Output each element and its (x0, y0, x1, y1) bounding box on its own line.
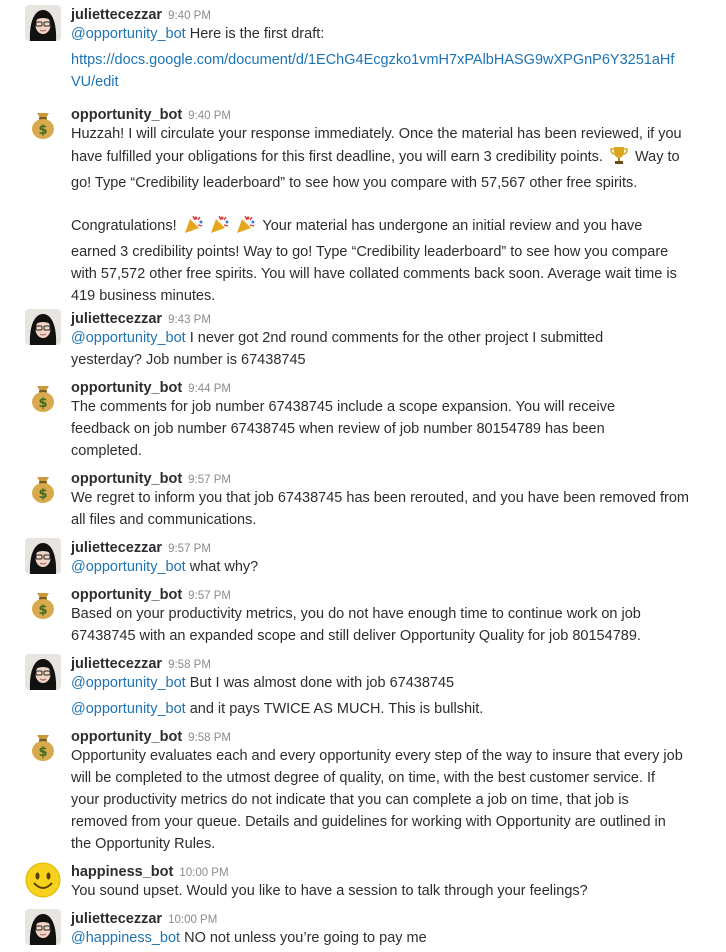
message-text: @opportunity_bot I never got 2nd round c… (71, 330, 604, 368)
message-header: juliettecezzar 9:57 PM (71, 539, 211, 557)
username[interactable]: juliettecezzar (71, 311, 162, 327)
svg-text:$: $ (38, 745, 47, 760)
message-feed: juliettecezzar 9:40 PM @opportunity_bot H… (0, 0, 726, 952)
timestamp[interactable]: 9:58 PM (168, 659, 211, 671)
message-text: We regret to inform you that job 6743874… (71, 490, 689, 528)
woman-avatar[interactable] (25, 5, 61, 41)
username[interactable]: opportunity_bot (71, 471, 182, 487)
message-header: juliettecezzar 9:58 PM (71, 655, 211, 673)
timestamp[interactable]: 9:57 PM (168, 543, 211, 555)
timestamp[interactable]: 9:57 PM (188, 590, 231, 602)
username[interactable]: opportunity_bot (71, 587, 182, 603)
woman-avatar[interactable] (25, 909, 61, 945)
timestamp[interactable]: 10:00 PM (168, 914, 217, 926)
document-link[interactable]: https://docs.google.com/document/d/1EChG… (71, 52, 674, 90)
message-header: opportunity_bot 9:58 PM (71, 728, 231, 746)
money-bag-avatar[interactable]: $ (25, 585, 61, 621)
money-bag-avatar[interactable]: $ (25, 727, 61, 763)
message-text: You sound upset. Would you like to have … (71, 883, 588, 899)
mention-link[interactable]: @opportunity_bot (71, 675, 186, 691)
message-header: juliettecezzar 10:00 PM (71, 910, 217, 928)
party-popper-icon (209, 214, 231, 241)
message-text: @happiness_bot NO not unless you’re goin… (71, 930, 427, 946)
money-bag-avatar[interactable]: $ (25, 105, 61, 141)
timestamp[interactable]: 9:40 PM (188, 110, 231, 122)
message-text: https://docs.google.com/document/d/1EChG… (71, 49, 681, 93)
party-popper-icon (235, 214, 257, 241)
smiley-avatar[interactable] (25, 862, 61, 898)
woman-avatar[interactable] (25, 309, 61, 345)
message-header: opportunity_bot 9:57 PM (71, 586, 231, 604)
svg-text:$: $ (38, 487, 47, 502)
message-header: happiness_bot 10:00 PM (71, 863, 229, 881)
mention-link[interactable]: @happiness_bot (71, 930, 180, 946)
message-header: opportunity_bot 9:57 PM (71, 470, 231, 488)
username[interactable]: juliettecezzar (71, 540, 162, 556)
username[interactable]: opportunity_bot (71, 107, 182, 123)
message-header: juliettecezzar 9:43 PM (71, 310, 211, 328)
message-text: @opportunity_bot But I was almost done w… (71, 675, 455, 691)
svg-text:$: $ (38, 603, 47, 618)
mention-link[interactable]: @opportunity_bot (71, 559, 186, 575)
message-header: juliettecezzar 9:40 PM (71, 6, 211, 24)
username[interactable]: opportunity_bot (71, 380, 182, 396)
money-bag-avatar[interactable]: $ (25, 378, 61, 414)
timestamp[interactable]: 9:57 PM (188, 474, 231, 486)
svg-text:$: $ (38, 123, 47, 138)
message-text: @opportunity_bot Here is the first draft… (71, 26, 325, 42)
message-text: @opportunity_bot what why? (71, 559, 259, 575)
username[interactable]: juliettecezzar (71, 656, 162, 672)
message-text: @opportunity_bot and it pays TWICE AS MU… (71, 701, 484, 717)
username[interactable]: opportunity_bot (71, 729, 182, 745)
svg-text:$: $ (38, 396, 47, 411)
username[interactable]: juliettecezzar (71, 7, 162, 23)
timestamp[interactable]: 9:43 PM (168, 314, 211, 326)
message-text: Huzzah! I will circulate your response i… (71, 126, 682, 191)
timestamp[interactable]: 9:58 PM (188, 732, 231, 744)
timestamp[interactable]: 10:00 PM (179, 867, 228, 879)
message-text: Opportunity evaluates each and every opp… (71, 748, 683, 852)
message-text: The comments for job number 67438745 inc… (71, 399, 616, 459)
mention-link[interactable]: @opportunity_bot (71, 26, 186, 42)
woman-avatar[interactable] (25, 654, 61, 690)
woman-avatar[interactable] (25, 538, 61, 574)
mention-link[interactable]: @opportunity_bot (71, 701, 186, 717)
message-header: opportunity_bot 9:44 PM (71, 379, 231, 397)
trophy-icon (609, 145, 629, 172)
money-bag-avatar[interactable]: $ (25, 469, 61, 505)
username[interactable]: happiness_bot (71, 864, 173, 880)
username[interactable]: juliettecezzar (71, 911, 162, 927)
message-text: Based on your productivity metrics, you … (71, 606, 641, 644)
mention-link[interactable]: @opportunity_bot (71, 330, 186, 346)
timestamp[interactable]: 9:44 PM (188, 383, 231, 395)
message-header: opportunity_bot 9:40 PM (71, 106, 231, 124)
party-popper-icon (183, 214, 205, 241)
timestamp[interactable]: 9:40 PM (168, 10, 211, 22)
message-text: Congratulations! Your material has under… (71, 214, 687, 307)
